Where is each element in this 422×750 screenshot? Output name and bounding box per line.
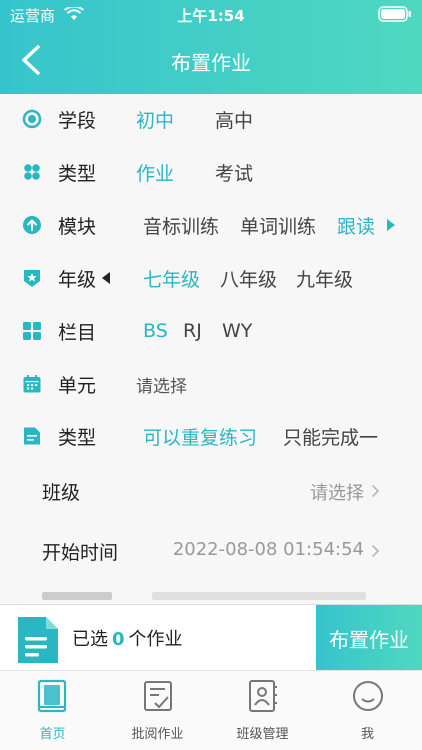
tab-bar: 首页 批阅作业 班级管理 我	[0, 670, 422, 750]
practice-option-repeat[interactable]: 可以重复练习	[143, 423, 257, 450]
start-time-label: 开始时间	[42, 542, 119, 564]
tab-me-label: 我	[360, 727, 374, 742]
tab-grading-label: 批阅作业	[131, 727, 184, 742]
selected-count-text: 已选 0 个作业	[72, 625, 183, 651]
tab-home[interactable]: 首页	[0, 671, 105, 750]
grade-row: 年级 七年级 八年级 九年级	[0, 258, 422, 298]
calendar-icon	[23, 374, 41, 393]
tab-home-label: 首页	[39, 727, 66, 742]
column-option-bs[interactable]: BS	[143, 320, 168, 342]
battery-icon	[378, 6, 411, 22]
header: 运营商 上午1:54 布置作业	[0, 0, 422, 94]
unit-row[interactable]: 单元 请选择	[0, 364, 422, 404]
page-title: 布置作业	[171, 51, 251, 75]
unit-label: 单元	[58, 374, 97, 397]
class-row[interactable]: 班级 请选择	[0, 466, 422, 518]
tab-me[interactable]: 我	[315, 671, 420, 750]
module-option-phonetic[interactable]: 音标训练	[143, 212, 219, 239]
column-label: 栏目	[58, 321, 97, 344]
radio-target-icon	[22, 109, 42, 129]
grade-label: 年级	[58, 268, 97, 291]
practice-option-once[interactable]: 只能完成一	[283, 423, 378, 450]
type-row: 类型 作业 考试	[0, 152, 422, 192]
tab-class-label: 班级管理	[236, 727, 289, 742]
module-row: 模块 音标训练 单词训练 跟读	[0, 205, 422, 245]
checklist-icon	[144, 681, 172, 711]
end-time-row-partial	[0, 586, 422, 604]
home-book-icon	[37, 679, 67, 713]
tab-grading[interactable]: 批阅作业	[105, 671, 210, 750]
module-label: 模块	[58, 215, 97, 238]
module-option-read-along[interactable]: 跟读	[337, 212, 375, 239]
start-time-value[interactable]: 2022-08-08 01:54:54	[173, 539, 364, 560]
selected-suffix: 个作业	[128, 629, 183, 650]
class-select[interactable]: 请选择	[310, 479, 364, 505]
grade-option-7[interactable]: 七年级	[143, 265, 200, 292]
grid-icon	[23, 322, 41, 340]
assign-homework-button[interactable]: 布置作业	[316, 605, 422, 671]
practice-label: 类型	[58, 426, 97, 449]
type-label: 类型	[58, 162, 97, 185]
document-icon	[24, 427, 40, 445]
class-label: 班级	[42, 482, 81, 504]
clover-icon	[24, 164, 40, 180]
start-time-row[interactable]: 开始时间 2022-08-08 01:54:54	[0, 526, 422, 578]
play-right-icon	[387, 219, 395, 231]
stage-option-junior[interactable]: 初中	[136, 106, 174, 133]
chevron-right-icon	[371, 544, 380, 558]
play-left-icon	[102, 272, 110, 284]
unit-select[interactable]: 请选择	[136, 372, 187, 397]
assignment-form: 学段 初中 高中 类型 作业 考试 模块 音标训练 单词训练 跟读 年级 七年级…	[0, 94, 422, 604]
tab-class[interactable]: 班级管理	[210, 671, 315, 750]
status-bar: 运营商 上午1:54	[0, 0, 422, 28]
selection-bar: 已选 0 个作业 布置作业	[0, 604, 422, 671]
badge-star-icon	[24, 270, 40, 287]
module-option-vocab[interactable]: 单词训练	[240, 212, 316, 239]
column-option-wy[interactable]: WY	[222, 320, 252, 342]
up-arrow-circle-icon	[23, 216, 41, 234]
selected-prefix: 已选	[72, 629, 108, 650]
selected-count: 0	[112, 629, 125, 650]
practice-row: 类型 可以重复练习 只能完成一	[0, 416, 422, 456]
column-row: 栏目 BS RJ WY	[0, 311, 422, 351]
stage-label: 学段	[58, 109, 97, 132]
type-option-homework[interactable]: 作业	[136, 159, 174, 186]
grade-option-8[interactable]: 八年级	[220, 265, 277, 292]
contact-card-icon	[249, 680, 277, 712]
stage-row: 学段 初中 高中	[0, 99, 422, 139]
type-option-exam[interactable]: 考试	[215, 159, 253, 186]
status-time: 上午1:54	[177, 7, 245, 25]
column-option-rj[interactable]: RJ	[183, 320, 202, 342]
document-list-icon	[18, 617, 58, 663]
stage-option-senior[interactable]: 高中	[215, 106, 253, 133]
chevron-right-icon	[371, 484, 380, 498]
smiley-icon	[353, 681, 383, 711]
grade-option-9[interactable]: 九年级	[296, 265, 353, 292]
